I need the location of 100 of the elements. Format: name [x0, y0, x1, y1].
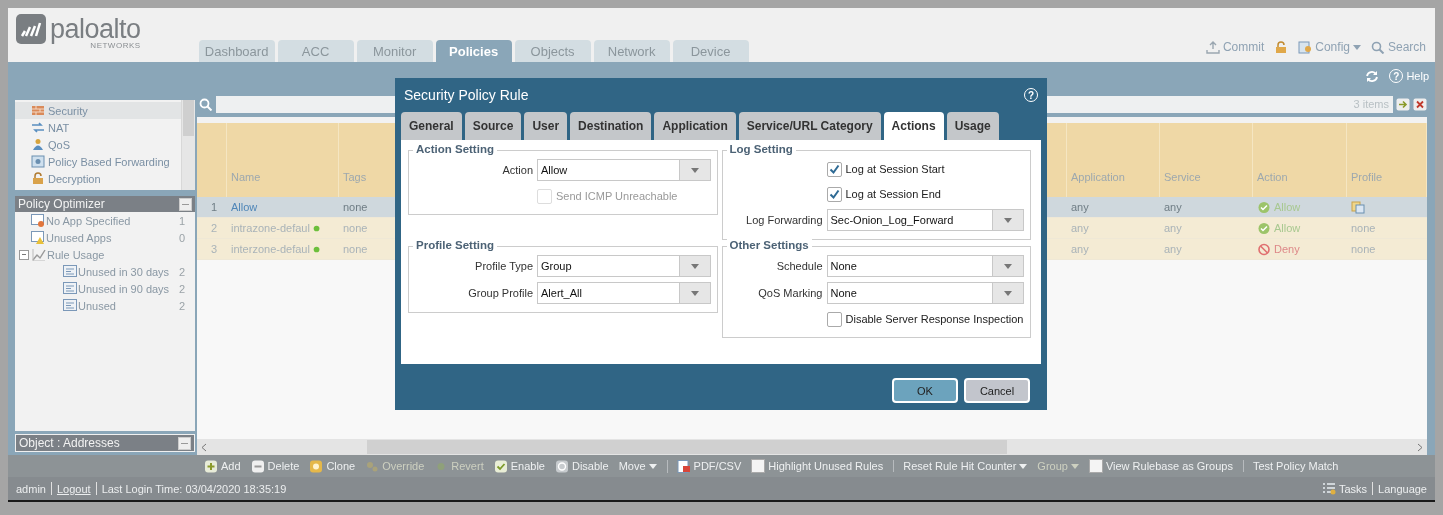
dialog-tab[interactable]: Actions — [883, 112, 944, 140]
dialog-tab[interactable]: Source — [464, 112, 522, 140]
tree-item[interactable]: Unused in 30 days — [78, 265, 178, 278]
tree-item[interactable]: Rule Usage — [47, 248, 185, 261]
table-cell: any — [1160, 218, 1253, 239]
no-entry-icon — [1257, 242, 1271, 256]
table-cell: any — [1160, 197, 1253, 218]
help-button[interactable]: ? Help — [1389, 69, 1429, 83]
checkbox[interactable] — [826, 161, 842, 177]
line-chart-icon — [32, 248, 46, 261]
nav-tab[interactable]: Network — [593, 40, 670, 62]
check-circle-icon — [1257, 221, 1271, 235]
checkbox[interactable] — [826, 311, 842, 327]
nav-tab[interactable]: Dashboard — [198, 40, 275, 62]
dialog-title: Security Policy Rule — [404, 87, 529, 103]
rulebase-item[interactable]: Decryption — [15, 170, 181, 187]
arrows-icon — [31, 121, 45, 134]
rulebase-item[interactable]: Security — [15, 102, 181, 119]
group-title: Other Settings — [726, 239, 812, 251]
dropdown-caret-icon — [1004, 290, 1012, 296]
dialog-tab[interactable]: Application — [654, 112, 736, 140]
expand-button[interactable] — [178, 436, 191, 450]
table-cell: any — [1067, 239, 1160, 260]
field-label: Group Profile — [467, 287, 533, 299]
collapse-button[interactable] — [179, 197, 192, 211]
checkbox-label: Log at Session Start — [845, 163, 945, 175]
toolbar-button[interactable]: Move — [618, 460, 657, 472]
dialog-tab[interactable]: Service/URL Category — [738, 112, 881, 140]
field-label: Log Forwarding — [745, 214, 823, 226]
toolbar-button[interactable]: PDF/CSV — [666, 459, 742, 473]
commit-button[interactable]: Commit — [1205, 40, 1265, 54]
tree-item[interactable]: Unused Apps — [46, 231, 178, 244]
logout-link[interactable]: Logout — [56, 482, 91, 495]
rulebase-item[interactable]: Policy Based Forwarding — [15, 153, 181, 170]
toolbar-button[interactable]: Delete — [250, 459, 300, 473]
dropdown-field[interactable]: None — [826, 255, 1024, 277]
rulebase-item[interactable]: QoS — [15, 136, 181, 153]
scroll-left-icon[interactable] — [201, 442, 207, 452]
ok-button[interactable]: OK — [892, 378, 958, 403]
nav-tab[interactable]: Policies — [435, 40, 512, 62]
toolbar-button[interactable]: Disable — [555, 459, 609, 473]
dropdown-field[interactable]: Group — [537, 255, 711, 277]
toolbar-button[interactable]: Add — [204, 459, 241, 473]
search-icon — [1370, 40, 1385, 54]
table-cell: none — [1347, 218, 1427, 239]
panel-title: Object : Addresses — [19, 436, 120, 450]
nav-tab[interactable]: Objects — [514, 40, 591, 62]
cancel-button[interactable]: Cancel — [964, 378, 1030, 403]
checkbox[interactable] — [826, 186, 842, 202]
table-cell: intrazone-defaul — [227, 218, 339, 239]
tasks-button[interactable]: Tasks — [1321, 482, 1368, 495]
group-title: Profile Setting — [413, 239, 497, 251]
panel-title: Policy Optimizer — [18, 197, 105, 211]
table-cell: any — [1067, 197, 1160, 218]
language-button[interactable]: Language — [1378, 482, 1427, 495]
field-label: Profile Type — [474, 260, 533, 272]
document-icon — [676, 459, 691, 473]
dialog-tab[interactable]: User — [524, 112, 568, 140]
horizontal-scrollbar[interactable] — [197, 439, 1427, 455]
nav-tab[interactable]: Monitor — [356, 40, 433, 62]
dialog-tab[interactable]: Usage — [946, 112, 999, 140]
toolbar-button[interactable]: Test Policy Match — [1242, 460, 1339, 472]
search-button[interactable]: Search — [1370, 40, 1426, 54]
last-login-text: Last Login Time: 03/04/2020 18:35:19 — [101, 482, 287, 495]
search-icon — [199, 97, 213, 111]
dropdown-caret-icon — [690, 290, 699, 296]
nav-tab[interactable]: Device — [672, 40, 749, 62]
column-header: Name — [227, 123, 339, 197]
dropdown-field[interactable]: Sec-Onion_Log_Forward — [826, 209, 1024, 231]
toolbar-button[interactable]: Reset Rule Hit Counter — [893, 460, 1028, 472]
dialog-tab[interactable]: General — [401, 112, 462, 140]
tree-item[interactable]: Unused — [78, 299, 178, 312]
tree-item[interactable]: No App Specified — [46, 214, 178, 227]
toolbar-button[interactable]: View Rulebase as Groups — [1088, 459, 1233, 473]
dropdown-field[interactable]: Alert_All — [537, 282, 711, 304]
dropdown-field[interactable]: None — [826, 282, 1024, 304]
tree-item[interactable]: Unused in 90 days — [78, 282, 178, 295]
scrollbar[interactable] — [181, 100, 195, 190]
group-title: Log Setting — [726, 143, 796, 155]
config-menu[interactable]: Config — [1298, 40, 1361, 54]
logo-icon — [16, 14, 46, 44]
collapse-toggle[interactable] — [19, 249, 29, 260]
person-icon — [31, 138, 45, 151]
table-cell: Allow — [1253, 197, 1347, 218]
item-count: 2 — [178, 299, 185, 312]
toolbar-button[interactable]: Highlight Unused Rules — [751, 459, 884, 473]
profile-group-icon — [1351, 200, 1365, 214]
nav-tab[interactable]: ACC — [277, 40, 354, 62]
table-cell: interzone-defaul — [227, 239, 339, 260]
plus-icon — [204, 459, 218, 473]
dropdown-field[interactable]: Allow — [537, 159, 711, 181]
toolbar-button[interactable]: Enable — [493, 459, 545, 473]
dialog-tab[interactable]: Destination — [570, 112, 652, 140]
window-warning-icon — [31, 231, 45, 244]
field-label: Action — [501, 164, 533, 176]
field-label: QoS Marking — [757, 287, 823, 299]
scroll-right-icon[interactable] — [1417, 442, 1423, 452]
caret-icon — [1352, 44, 1361, 50]
rulebase-item[interactable]: NAT — [15, 119, 181, 136]
toolbar-button[interactable]: Clone — [309, 459, 356, 473]
